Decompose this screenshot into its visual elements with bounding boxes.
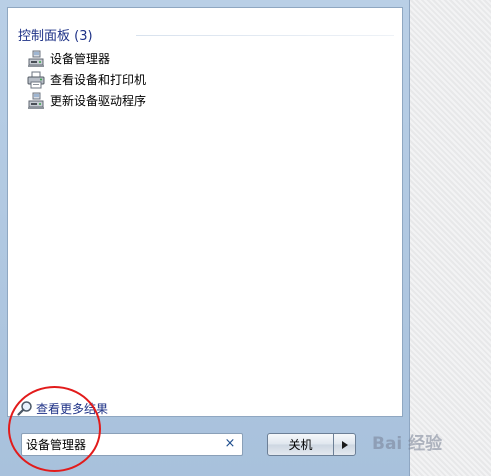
start-menu: 控制面板 (3) 设备管理器 查看设备和打印机 更新设备驱动程序 查看更多结果 …: [0, 0, 410, 476]
chevron-right-icon: [342, 441, 348, 449]
search-input[interactable]: [26, 436, 216, 453]
clear-search-icon[interactable]: ×: [224, 437, 236, 451]
result-item-device-manager[interactable]: 设备管理器: [27, 48, 397, 69]
result-label: 更新设备驱动程序: [50, 94, 147, 108]
search-box[interactable]: ×: [21, 433, 243, 456]
result-label: 设备管理器: [50, 52, 111, 66]
watermark: Bai 经验: [372, 423, 486, 463]
device-manager-icon: [28, 92, 44, 109]
result-list: 设备管理器 查看设备和打印机 更新设备驱动程序: [27, 48, 397, 111]
device-manager-icon: [28, 50, 44, 67]
printer-icon: [27, 71, 45, 88]
search-icon: [17, 401, 32, 416]
group-divider: [136, 35, 394, 36]
see-more-label: 查看更多结果: [36, 401, 109, 416]
shutdown-group: 关机: [267, 433, 356, 456]
result-label: 查看设备和打印机: [50, 73, 147, 87]
result-item-update-drivers[interactable]: 更新设备驱动程序: [27, 90, 397, 111]
watermark-text: Bai 经验: [372, 434, 443, 454]
search-results-panel: 控制面板 (3) 设备管理器 查看设备和打印机 更新设备驱动程序 查看更多结果: [7, 7, 403, 417]
result-item-devices-printers[interactable]: 查看设备和打印机: [27, 69, 397, 90]
group-title[interactable]: 控制面板 (3): [18, 25, 93, 44]
control-panel-group-header[interactable]: 控制面板 (3): [18, 25, 394, 44]
shutdown-options-button[interactable]: [333, 433, 356, 456]
shutdown-button[interactable]: 关机: [267, 433, 334, 456]
see-more-results-link[interactable]: 查看更多结果: [17, 399, 108, 417]
